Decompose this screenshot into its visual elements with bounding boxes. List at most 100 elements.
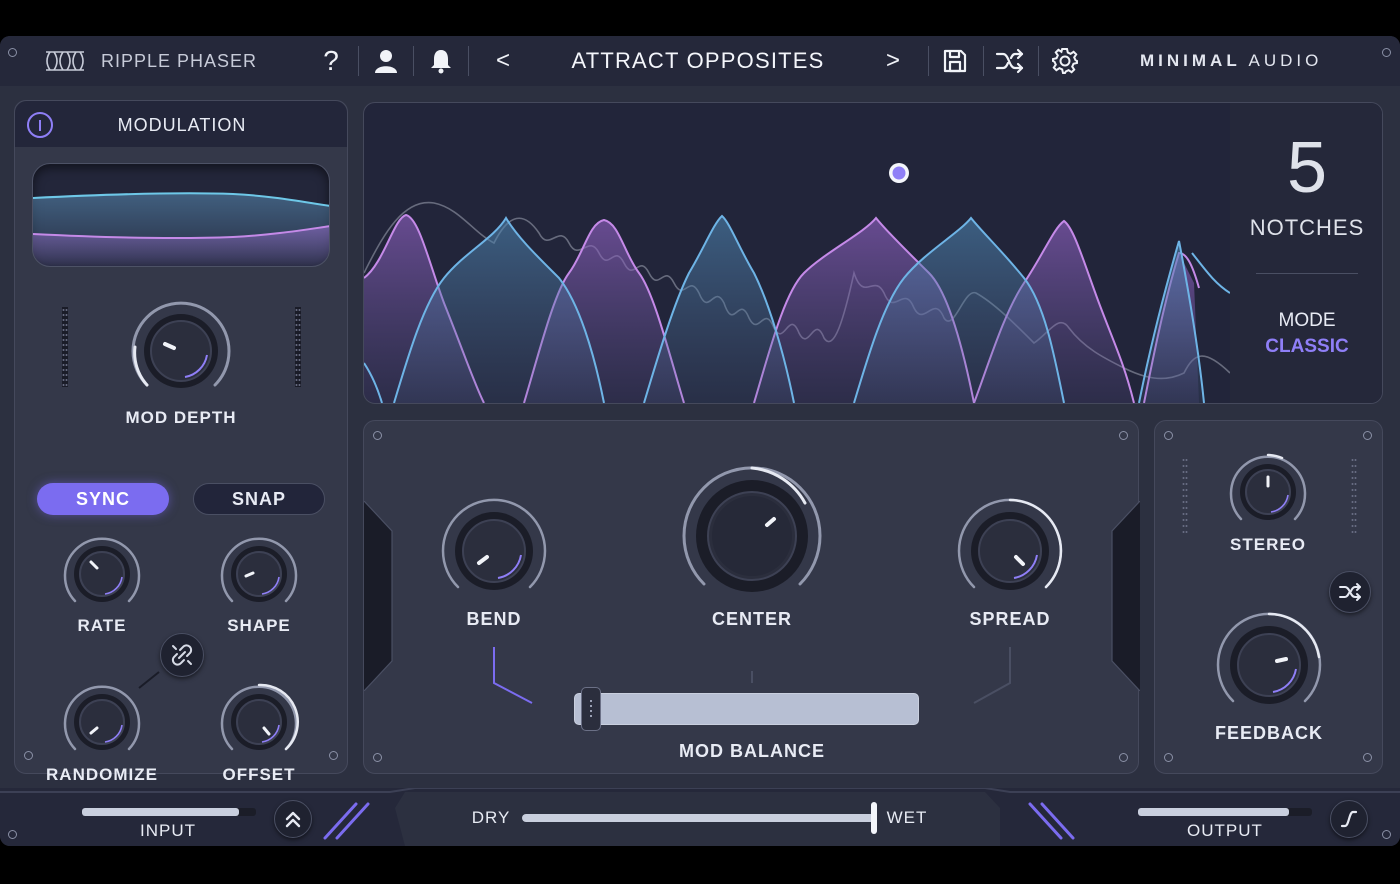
shuffle-icon (995, 48, 1024, 74)
output-label: OUTPUT (1187, 821, 1263, 840)
mod-balance-label: MOD BALANCE (679, 741, 825, 761)
link-button[interactable] (160, 633, 204, 677)
stereo-meter-left (1182, 459, 1188, 533)
screw (373, 431, 382, 440)
main-control-panel: BEND CENTER SPREAD MOD BALANCE (363, 420, 1140, 774)
divider (983, 46, 984, 76)
user-button[interactable] (370, 44, 402, 78)
offset-label: OFFSET (222, 765, 296, 784)
notches-value[interactable]: 5 (1230, 127, 1382, 209)
mix-slider-fill (522, 814, 876, 822)
screw (1119, 431, 1128, 440)
divider (413, 46, 414, 76)
input-meter[interactable] (82, 808, 256, 816)
plugin-window: RIPPLE PHASER ? < ATTRACT OPPOSITES > MI… (0, 36, 1400, 846)
shape-label: SHAPE (227, 616, 291, 635)
screw (1382, 830, 1391, 839)
mod-balance-slider[interactable] (574, 693, 919, 725)
input-meter-fill (82, 808, 239, 816)
center-label: CENTER (711, 609, 792, 629)
randomize-preset-button[interactable] (993, 44, 1027, 78)
randomize-label: RANDOMIZE (46, 765, 158, 784)
spread-label: SPREAD (969, 609, 1051, 629)
screw (1363, 431, 1372, 440)
bend-knob[interactable] (438, 495, 550, 607)
double-chevron-up-icon (285, 811, 301, 828)
divider (468, 46, 469, 76)
divider (928, 46, 929, 76)
mix-slider[interactable] (522, 814, 876, 822)
output-meter[interactable] (1138, 808, 1312, 816)
notch-display[interactable]: 5 NOTCHES MODE CLASSIC (363, 102, 1383, 404)
soft-clip-icon (1340, 810, 1358, 828)
bend-label: BEND (466, 609, 522, 629)
screw (373, 753, 382, 762)
feedback-knob[interactable] (1213, 609, 1325, 721)
screw (1119, 753, 1128, 762)
panel-bracket-right (1111, 501, 1140, 691)
grip-icon (589, 700, 592, 702)
randomize-knob[interactable] (61, 681, 143, 763)
mod-balance-handle[interactable] (580, 687, 601, 731)
screw (1164, 753, 1173, 762)
input-label: INPUT (140, 821, 196, 840)
stereo-meter-right (1351, 459, 1357, 533)
plugin-name: RIPPLE PHASER (101, 51, 258, 71)
mix-slider-handle[interactable] (871, 802, 877, 834)
screw (1363, 753, 1372, 762)
feedback-label: FEEDBACK (1214, 723, 1323, 743)
settings-button[interactable] (1048, 44, 1082, 78)
stereo-label: STEREO (1230, 535, 1306, 554)
phaser-response-graph[interactable] (364, 103, 1230, 403)
screw (24, 751, 33, 760)
sync-button[interactable]: SYNC (37, 483, 169, 515)
notifications-button[interactable] (426, 44, 456, 78)
power-icon (39, 119, 41, 131)
shuffle-icon (1339, 583, 1361, 601)
mod-depth-label: MOD DEPTH (125, 408, 237, 427)
lfo-preview[interactable] (32, 163, 330, 267)
link-broken-icon (171, 644, 193, 666)
divider (1038, 46, 1039, 76)
shape-knob[interactable] (218, 533, 300, 615)
previous-preset-button[interactable]: < (490, 44, 516, 78)
dry-label: DRY (471, 808, 511, 827)
snap-button[interactable]: SNAP (193, 483, 325, 515)
brand-left: MINIMAL (1140, 51, 1241, 70)
brand-logo: MINIMAL AUDIO (1140, 51, 1322, 71)
output-clipper-button[interactable] (1330, 800, 1368, 838)
stereo-knob[interactable] (1227, 451, 1309, 533)
bottom-bar: INPUT DRY WET OUTPUT (0, 788, 1400, 846)
preset-name[interactable]: ATTRACT OPPOSITES (540, 48, 856, 74)
next-preset-button[interactable]: > (880, 44, 906, 78)
mod-depth-knob[interactable] (127, 297, 235, 405)
modulation-title: MODULATION (117, 115, 247, 135)
top-bar: RIPPLE PHASER ? < ATTRACT OPPOSITES > MI… (0, 36, 1400, 86)
rate-knob[interactable] (61, 533, 143, 615)
ripple-logo-icon (46, 51, 84, 71)
divider (358, 46, 359, 76)
center-knob[interactable] (677, 461, 827, 611)
panel-bracket-left (364, 501, 393, 691)
divider (1256, 273, 1358, 274)
mod-depth-meter-right (295, 307, 301, 387)
corner-screw (8, 48, 17, 57)
mode-label: MODE (1278, 310, 1336, 331)
modulation-power-button[interactable] (27, 112, 53, 138)
brand-right: AUDIO (1248, 51, 1323, 70)
bell-icon (431, 50, 451, 74)
screw (8, 830, 17, 839)
output-panel: STEREO FEEDBACK (1154, 420, 1383, 774)
input-gain-button[interactable] (274, 800, 312, 838)
mode-value[interactable]: CLASSIC (1230, 336, 1382, 358)
stereo-invert-button[interactable] (1329, 571, 1371, 613)
mod-depth-meter-left (62, 307, 68, 387)
screw (1164, 431, 1173, 440)
output-meter-fill (1138, 808, 1290, 816)
spread-knob[interactable] (954, 495, 1066, 607)
gear-icon (1052, 48, 1078, 74)
offset-knob[interactable] (218, 681, 300, 763)
save-icon (943, 49, 967, 73)
save-button[interactable] (938, 44, 972, 78)
help-button[interactable]: ? (316, 44, 346, 78)
